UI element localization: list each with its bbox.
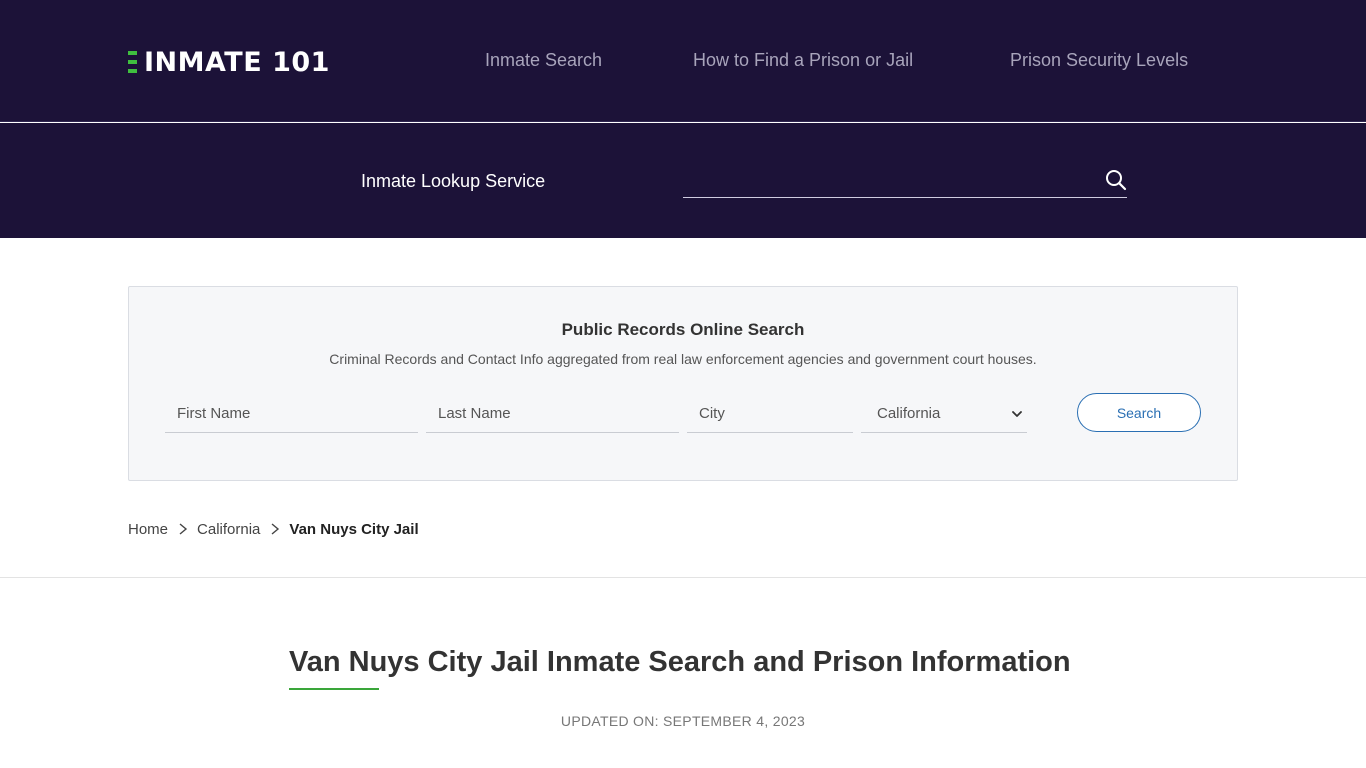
search-icon[interactable] — [1104, 168, 1128, 192]
records-subtitle: Criminal Records and Contact Info aggreg… — [329, 351, 1037, 367]
section-divider — [0, 577, 1366, 578]
breadcrumb-california[interactable]: California — [197, 521, 260, 538]
nav-find-prison-or-jail[interactable]: How to Find a Prison or Jail — [693, 50, 913, 71]
nav-prison-security-levels[interactable]: Prison Security Levels — [1010, 50, 1188, 71]
first-name-field-wrap — [165, 395, 418, 433]
breadcrumb-current: Van Nuys City Jail — [289, 520, 419, 538]
last-name-input[interactable] — [426, 395, 679, 432]
breadcrumb: Home California Van Nuys City Jail — [128, 519, 419, 539]
breadcrumb-home[interactable]: Home — [128, 521, 168, 538]
title-underline — [289, 688, 379, 690]
state-select[interactable]: California — [861, 395, 1027, 433]
first-name-input[interactable] — [165, 395, 418, 432]
city-field-wrap — [687, 395, 853, 433]
records-search-button[interactable]: Search — [1077, 393, 1201, 432]
last-name-field-wrap — [426, 395, 679, 433]
records-title: Public Records Online Search — [561, 320, 805, 339]
state-selected-value: California — [877, 405, 941, 422]
lookup-label: Inmate Lookup Service — [361, 171, 546, 191]
logo-text: INMATE 101 — [144, 46, 330, 78]
city-input[interactable] — [687, 395, 853, 432]
updated-date: UPDATED ON: SEPTEMBER 4, 2023 — [560, 713, 806, 729]
logo-bars-icon — [128, 51, 137, 73]
page-title: Van Nuys City Jail Inmate Search and Pri… — [289, 646, 1071, 678]
site-header: INMATE 101 Inmate Search How to Find a P… — [0, 0, 1366, 122]
inmate-lookup-bar: Inmate Lookup Service — [0, 123, 1366, 238]
chevron-right-icon — [176, 522, 190, 536]
public-records-search-panel: Public Records Online Search Criminal Re… — [128, 286, 1238, 481]
lookup-search-input[interactable] — [683, 163, 1127, 198]
chevron-right-icon — [268, 522, 282, 536]
chevron-down-icon — [1011, 407, 1023, 419]
site-logo[interactable]: INMATE 101 — [128, 46, 330, 78]
nav-inmate-search[interactable]: Inmate Search — [485, 50, 602, 71]
